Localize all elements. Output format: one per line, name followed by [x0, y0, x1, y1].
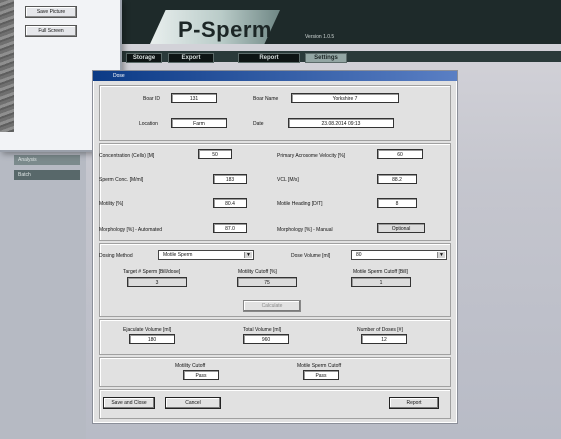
boar-id-label: Boar ID — [143, 96, 160, 102]
chevron-down-icon[interactable]: ▼ — [437, 252, 445, 258]
number-doses-label: Number of Doses [#] — [357, 327, 403, 333]
sidebar-item-batch[interactable]: Batch — [14, 170, 80, 180]
sperm-image — [0, 0, 14, 132]
motility-cutoff-status: Pass — [183, 370, 219, 380]
morph-auto-field[interactable]: 87.0 — [213, 223, 247, 233]
boar-name-field[interactable]: Yorkshire 7 — [291, 93, 399, 103]
motility-cutoff-field[interactable]: 75 — [237, 277, 297, 287]
cancel-button[interactable]: Cancel — [165, 397, 221, 409]
sperm-conc-field[interactable]: 183 — [213, 174, 247, 184]
sidebar-item-analysis[interactable]: Analysis — [14, 155, 80, 165]
pmv-label: Primary Acrosome Velocity [%] — [277, 153, 346, 159]
motile-cutoff-label: Motile Sperm Cutoff [Bill] — [353, 269, 408, 275]
motility-label: Motility [%] — [99, 201, 124, 207]
boar-name-label: Boar Name — [253, 96, 279, 102]
report-button[interactable]: Report — [389, 397, 439, 409]
date-label: Date — [253, 121, 264, 127]
morph-manual-label: Morphology [%] - Manual — [277, 227, 333, 233]
vcl-field[interactable]: 88.2 — [377, 174, 417, 184]
dosing-method-select[interactable]: Motile Sperm ▼ — [158, 250, 254, 260]
status-group — [99, 357, 451, 387]
motility-cutoff-status-label: Motility Cutoff — [175, 363, 206, 369]
location-label: Location — [139, 121, 158, 127]
target-sperm-label: Target # Sperm [Bill/dose] — [123, 269, 181, 275]
sperm-conc-label: Sperm Conc. [M/ml] — [99, 177, 144, 183]
total-volume-label: Total Volume [ml] — [243, 327, 282, 333]
morph-auto-label: Morphology [%] - Automated — [99, 227, 163, 233]
dose-volume-select[interactable]: 80 ▼ — [351, 250, 447, 260]
motile-cutoff-field[interactable]: 1 — [351, 277, 411, 287]
dose-dialog: Dose Boar ID 131 Boar Name Yorkshire 7 L… — [92, 70, 458, 424]
ejaculate-volume-label: Ejaculate Volume [ml] — [123, 327, 172, 333]
dosing-method-label: Dosing Method — [99, 253, 133, 259]
chevron-down-icon[interactable]: ▼ — [244, 252, 252, 258]
pmv-field[interactable]: 60 — [377, 149, 423, 159]
nav-report[interactable]: Report — [238, 53, 300, 63]
motile-sperm-status: Pass — [303, 370, 339, 380]
save-close-button[interactable]: Save and Close — [103, 397, 155, 409]
nav-storage[interactable]: Storage — [126, 53, 162, 63]
boar-id-field[interactable]: 131 — [171, 93, 217, 103]
motile-heading-field[interactable]: 8 — [377, 198, 417, 208]
dose-volume-value: 80 — [356, 252, 362, 258]
motile-heading-label: Motile Heading [D/T] — [277, 201, 323, 207]
nav-settings[interactable]: Settings — [305, 53, 347, 63]
concentration-label: Concentration (Cells) [M] — [99, 153, 155, 159]
dose-volume-label: Dose Volume [ml] — [291, 253, 331, 259]
full-screen-button[interactable]: Full Screen — [25, 25, 77, 37]
morph-optional-button[interactable]: Optional — [377, 223, 425, 233]
sidebar — [0, 150, 86, 439]
calculate-button[interactable]: Calculate — [243, 300, 301, 312]
motile-sperm-status-label: Motile Sperm Cutoff — [297, 363, 342, 369]
app-logo: P-Sperm — [178, 17, 272, 42]
save-picture-button[interactable]: Save Picture — [25, 6, 77, 18]
location-field[interactable]: Farm — [171, 118, 227, 128]
app-version: Version 1.0.5 — [305, 34, 335, 40]
ejaculate-volume-field[interactable]: 180 — [129, 334, 175, 344]
total-volume-field[interactable]: 960 — [243, 334, 289, 344]
target-sperm-field[interactable]: 3 — [127, 277, 187, 287]
vcl-label: VCL [M/s] — [277, 177, 299, 183]
dialog-title: Dose — [93, 71, 457, 81]
date-field[interactable]: 23.08.2014 09:13 — [288, 118, 394, 128]
motility-field[interactable]: 80.4 — [213, 198, 247, 208]
dosing-method-value: Motile Sperm — [163, 252, 193, 258]
number-doses-field[interactable]: 12 — [361, 334, 407, 344]
concentration-field[interactable]: 50 — [198, 149, 232, 159]
nav-export[interactable]: Export — [168, 53, 214, 63]
motility-cutoff-label: Motility Cutoff [%] — [238, 269, 277, 275]
